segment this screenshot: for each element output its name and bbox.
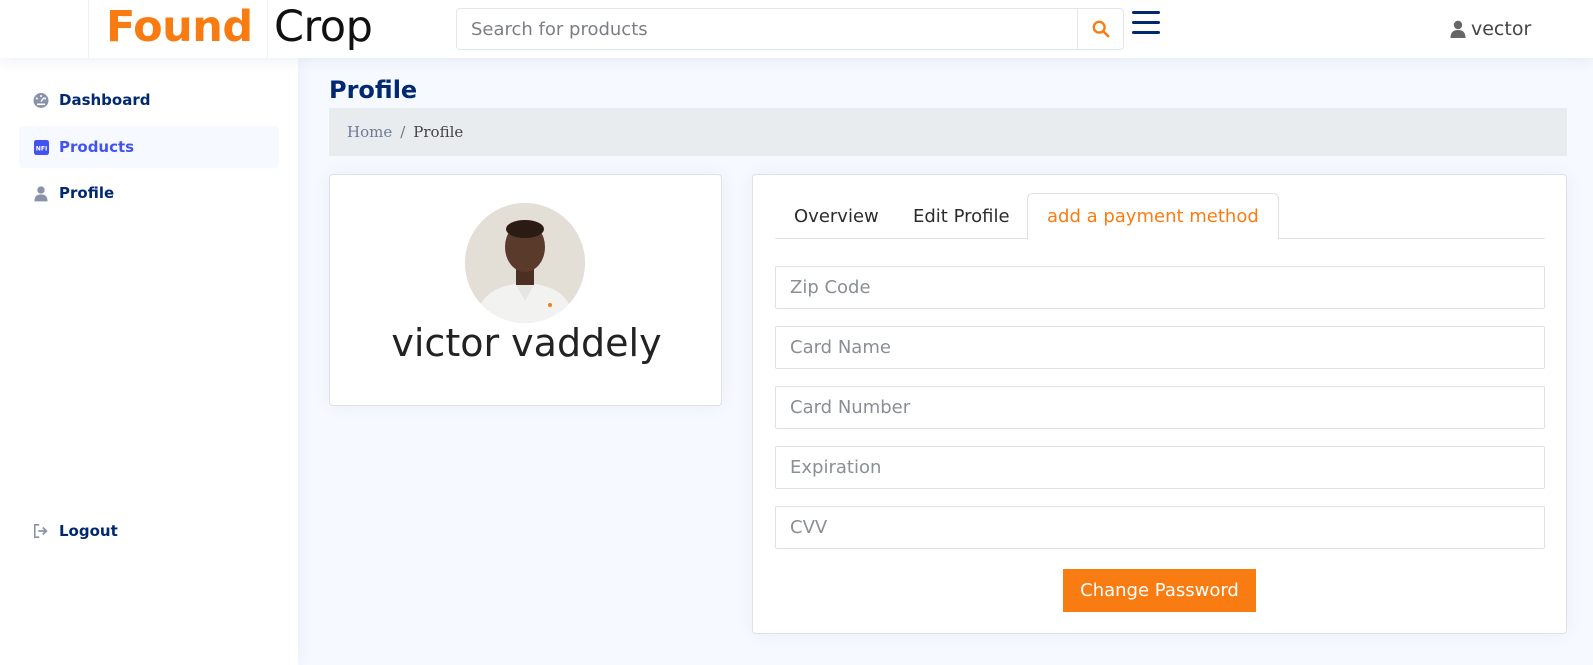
sidebar-item-label: Logout bbox=[59, 522, 118, 540]
sidebar-item-label: Profile bbox=[59, 184, 115, 202]
search-bar bbox=[456, 8, 1124, 50]
expiration-input[interactable] bbox=[776, 447, 1544, 488]
breadcrumb: Home / Profile bbox=[329, 108, 1567, 156]
cvv-field bbox=[775, 506, 1545, 549]
dashboard-icon bbox=[33, 92, 49, 108]
sidebar-item-products[interactable]: NFI Products bbox=[19, 126, 279, 168]
sidebar-item-label: Dashboard bbox=[59, 91, 151, 109]
logout-icon bbox=[33, 523, 49, 539]
card-name-field bbox=[775, 326, 1545, 369]
tab-edit-profile[interactable]: Edit Profile bbox=[894, 193, 1029, 239]
profile-tabs: Overview Edit Profile add a payment meth… bbox=[775, 193, 1545, 240]
brand-logo-found[interactable]: Found bbox=[106, 2, 253, 52]
breadcrumb-current: Profile bbox=[413, 123, 464, 141]
nft-icon: NFI bbox=[33, 139, 49, 155]
person-icon bbox=[1450, 20, 1466, 38]
sidebar: Dashboard NFI Products Profile Logout bbox=[0, 58, 298, 665]
zip-code-field bbox=[775, 266, 1545, 309]
sidebar-item-logout[interactable]: Logout bbox=[19, 510, 279, 552]
card-name-input[interactable] bbox=[776, 327, 1544, 368]
menu-toggle-icon[interactable] bbox=[1132, 11, 1160, 37]
cvv-input[interactable] bbox=[776, 507, 1544, 548]
sidebar-item-dashboard[interactable]: Dashboard bbox=[19, 79, 279, 121]
search-icon bbox=[1092, 20, 1109, 38]
payment-card: Overview Edit Profile add a payment meth… bbox=[752, 174, 1567, 634]
sidebar-item-profile[interactable]: Profile bbox=[19, 172, 279, 214]
card-number-field bbox=[775, 386, 1545, 429]
expiration-field bbox=[775, 446, 1545, 489]
tab-overview[interactable]: Overview bbox=[775, 193, 898, 239]
tab-add-payment-method[interactable]: add a payment method bbox=[1027, 193, 1279, 240]
breadcrumb-home-link[interactable]: Home bbox=[347, 123, 392, 141]
search-input[interactable] bbox=[457, 9, 1077, 49]
user-name: vector bbox=[1471, 18, 1532, 40]
sidebar-item-label: Products bbox=[59, 138, 135, 156]
svg-text:NFI: NFI bbox=[35, 145, 47, 152]
user-menu[interactable]: vector bbox=[1450, 18, 1531, 40]
profile-card: victor vaddely bbox=[329, 174, 722, 406]
brand-logo-crop[interactable]: Crop bbox=[274, 2, 373, 52]
search-button[interactable] bbox=[1077, 9, 1123, 49]
top-header: Found Crop vector bbox=[0, 0, 1593, 58]
page-title: Profile bbox=[329, 76, 418, 104]
profile-name: victor vaddely bbox=[391, 321, 662, 365]
avatar bbox=[465, 203, 585, 323]
breadcrumb-separator: / bbox=[400, 123, 406, 141]
person-icon bbox=[33, 185, 49, 201]
card-number-input[interactable] bbox=[776, 387, 1544, 428]
change-password-button[interactable]: Change Password bbox=[1063, 569, 1256, 612]
zip-code-input[interactable] bbox=[776, 267, 1544, 308]
